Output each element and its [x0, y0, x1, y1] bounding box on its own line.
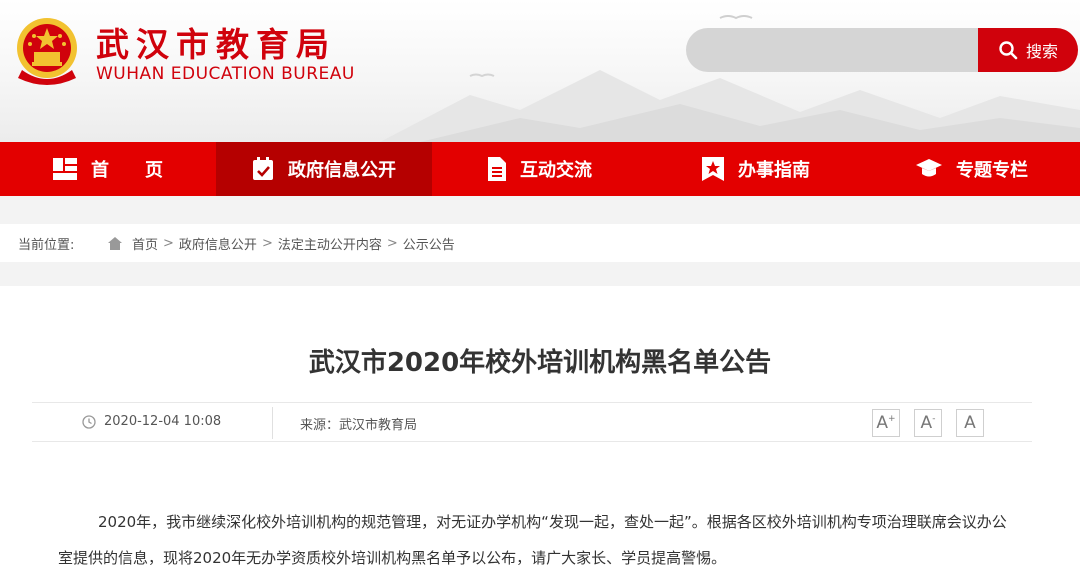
nav-item-label: 政府信息公开 — [288, 160, 396, 181]
breadcrumb-separator: > — [386, 235, 398, 251]
meta-divider — [272, 407, 273, 439]
font-increase-button[interactable]: A + — [872, 409, 900, 437]
site-title-chinese: 武汉市教育局 — [96, 25, 336, 64]
nav-item-label: 办事指南 — [738, 160, 810, 181]
breadcrumb-separator: > — [163, 235, 174, 251]
nav-item-label: 首 页 — [91, 160, 163, 181]
article-source: 来源：武汉市教育局 — [300, 418, 418, 433]
font-reset-button[interactable]: A — [956, 409, 984, 437]
national-emblem-icon — [17, 18, 77, 85]
nav-item-label: 互动交流 — [520, 160, 592, 181]
search-input[interactable] — [686, 28, 980, 72]
breadcrumb-item-home[interactable]: 首页 — [132, 234, 158, 253]
graduation-cap-icon — [916, 159, 942, 177]
article-date-text: 2020-12-04 10:08 — [104, 414, 222, 429]
nav-item-gov-info[interactable]: 政府信息公开 — [216, 142, 432, 196]
breadcrumb-item-mandatory-disclosure[interactable]: 法定主动公开内容 — [278, 234, 382, 253]
clock-icon — [82, 414, 96, 429]
nav-item-label: 专题专栏 — [956, 160, 1028, 181]
breadcrumb-separator: > — [261, 235, 273, 251]
font-decrease-button[interactable]: A- — [914, 409, 942, 437]
search-button-label: 搜索 — [1025, 42, 1058, 61]
breadcrumb: 当前位置: 首页 > 政府信息公开 > 法定主动公开内容 > 公示公告 — [0, 224, 1080, 262]
nav-item-interaction[interactable]: 互动交流 — [432, 142, 648, 196]
article-date: 2020-12-04 10:08 — [82, 414, 221, 429]
star-badge-icon — [702, 157, 724, 181]
home-icon — [108, 236, 122, 250]
search-icon — [999, 41, 1018, 60]
article-title: 武汉市2020年校外培训机构黑名单公告 — [308, 348, 772, 378]
breadcrumb-item-announcements[interactable]: 公示公告 — [403, 234, 455, 253]
nav-item-special-topics[interactable]: 专题专栏 — [864, 142, 1080, 196]
main-navigation: 首 页 政府信息公开 互动交流 办事指南 专题专栏 — [0, 142, 1080, 196]
article: 武汉市2020年校外培训机构黑名单公告 2020-12-04 10:08 来源：… — [0, 286, 1080, 576]
document-icon — [488, 157, 506, 181]
calendar-check-icon — [253, 157, 273, 180]
article-body: 2020年，我市继续深化校外培训机构的规范管理，对无证办学机构“发现一起，查处一… — [58, 513, 1007, 567]
search-button[interactable]: 搜索 — [978, 28, 1078, 72]
nav-item-service-guide[interactable]: 办事指南 — [648, 142, 864, 196]
breadcrumb-label: 当前位置: — [18, 237, 75, 253]
article-meta: 2020-12-04 10:08 来源：武汉市教育局 A + A- A — [32, 402, 1032, 442]
breadcrumb-item-gov-info[interactable]: 政府信息公开 — [179, 234, 257, 253]
nav-item-home[interactable]: 首 页 — [0, 142, 216, 196]
site-header: 武汉市教育局 WUHAN EDUCATION BUREAU 搜索 — [0, 0, 1080, 142]
site-title-english: WUHAN EDUCATION BUREAU — [96, 64, 355, 84]
grid-icon — [53, 158, 77, 180]
